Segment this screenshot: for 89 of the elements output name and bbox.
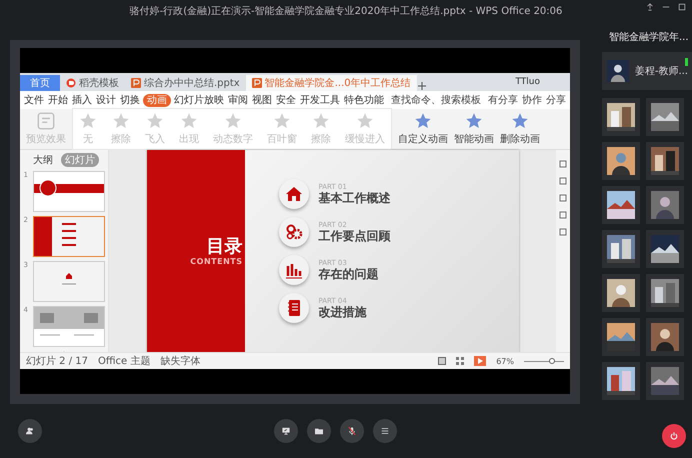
- menu-tab[interactable]: 开始: [47, 94, 69, 106]
- theme-name: Office 主题: [98, 354, 150, 368]
- participant-tile[interactable]: [602, 98, 640, 136]
- participant-tile[interactable]: [602, 318, 640, 356]
- star-icon: [414, 112, 432, 130]
- menu-tab[interactable]: 开发工具: [299, 94, 341, 106]
- participant-tile[interactable]: [602, 142, 640, 180]
- participant-tile[interactable]: [646, 230, 684, 268]
- star-icon: [180, 112, 198, 130]
- document-tab[interactable]: 稻壳模板: [60, 75, 125, 91]
- participants-button[interactable]: [18, 419, 42, 443]
- slide-thumbnail[interactable]: [32, 306, 104, 347]
- star-icon: [79, 112, 97, 130]
- participant-tile[interactable]: [602, 186, 640, 224]
- animation-button[interactable]: 删除动画: [500, 112, 540, 146]
- toolbar-button[interactable]: 有分享: [487, 94, 519, 106]
- participant-tile[interactable]: [646, 186, 684, 224]
- document-tab[interactable]: 首页: [20, 75, 60, 91]
- participant-tile[interactable]: [646, 362, 684, 400]
- participant-name: 姜程-教师...: [634, 64, 688, 78]
- power-icon: [670, 432, 678, 440]
- participant-tile[interactable]: [602, 230, 640, 268]
- slide-counter: 幻灯片 2 / 17: [26, 354, 88, 368]
- normal-view-icon[interactable]: [438, 357, 446, 365]
- slide-title: 目录: [206, 236, 242, 256]
- star-icon: [224, 112, 242, 130]
- people-icon: [26, 427, 34, 435]
- star-icon: [273, 112, 291, 130]
- animation-button[interactable]: 智能动画: [454, 112, 494, 146]
- document-tab[interactable]: 综合办中中总结.pptx: [125, 75, 246, 91]
- item-heading: 工作要点回顾: [318, 229, 390, 243]
- participant-tile[interactable]: [602, 362, 640, 400]
- house-icon: [284, 185, 302, 203]
- participant-tile[interactable]: [646, 274, 684, 312]
- star-icon: [312, 112, 330, 130]
- participant-tile[interactable]: [646, 318, 684, 356]
- leave-button[interactable]: [662, 424, 686, 448]
- star-icon: [511, 112, 529, 130]
- slide-thumbnail[interactable]: [32, 171, 104, 212]
- slide-subtitle: CONTENTS: [190, 256, 242, 266]
- host-card[interactable]: 姜程-教师...: [602, 52, 692, 90]
- item-heading: 基本工作概述: [318, 191, 390, 205]
- gears-icon: [284, 223, 302, 241]
- toolbar-button[interactable]: [373, 419, 397, 443]
- toolbar-button[interactable]: 协作: [521, 94, 543, 106]
- store-icon: [66, 78, 76, 88]
- menu-tab[interactable]: 特色功能: [343, 94, 385, 106]
- star-icon: [465, 112, 483, 130]
- participant-tile[interactable]: [646, 98, 684, 136]
- maximize-icon[interactable]: [678, 3, 686, 11]
- slide-thumbnail[interactable]: [32, 261, 104, 302]
- zoom-level[interactable]: 67%: [496, 356, 514, 366]
- item-heading: 存在的问题: [318, 267, 378, 281]
- toolbar-button[interactable]: [307, 419, 331, 443]
- file-icon: [252, 78, 262, 88]
- window-title: 骆付婷-行政(金融)正在演示-智能金融学院金融专业2020年中工作总结.pptx - WPS Office 20:06: [130, 4, 562, 18]
- menu-tab[interactable]: 安全: [275, 94, 297, 106]
- menu-tab[interactable]: 切换: [119, 94, 141, 106]
- toolbar-button[interactable]: [340, 419, 364, 443]
- star-icon: [356, 112, 374, 130]
- toolbar-button[interactable]: [274, 419, 298, 443]
- menu-tab[interactable]: 视图: [251, 94, 273, 106]
- menu-tab[interactable]: 幻灯片放映: [173, 94, 225, 106]
- grid-view-icon[interactable]: [456, 357, 464, 365]
- menu-tab[interactable]: 审阅: [227, 94, 249, 106]
- play-button[interactable]: [474, 356, 486, 366]
- participant-tile[interactable]: [646, 142, 684, 180]
- menu-tab[interactable]: 插入: [71, 94, 93, 106]
- user-name[interactable]: TTluo: [515, 77, 540, 87]
- star-icon: [146, 112, 164, 130]
- star-icon: [112, 112, 130, 130]
- pin-icon[interactable]: [646, 3, 654, 11]
- bar-chart-icon: [284, 261, 302, 279]
- play-icon: [476, 357, 484, 365]
- add-icon[interactable]: [416, 81, 427, 91]
- participant-tile[interactable]: [602, 274, 640, 312]
- missing-fonts-link[interactable]: 缺失字体: [160, 354, 200, 368]
- menu-tab[interactable]: 文件: [23, 94, 45, 106]
- panel-tab[interactable]: 大纲: [29, 153, 57, 167]
- animation-button[interactable]: 自定义动画: [398, 112, 448, 146]
- menu-tab[interactable]: 设计: [95, 94, 117, 106]
- meeting-title: 智能金融学院年...: [609, 30, 689, 44]
- item-heading: 改进措施: [318, 305, 366, 319]
- toolbar-button[interactable]: 分享: [545, 94, 567, 106]
- search-field[interactable]: 查找命令、搜索模板: [391, 93, 481, 107]
- preview-icon: [37, 112, 55, 130]
- signal-icon: [685, 58, 688, 66]
- slide-thumbnail[interactable]: [32, 216, 104, 257]
- file-icon: [131, 78, 141, 88]
